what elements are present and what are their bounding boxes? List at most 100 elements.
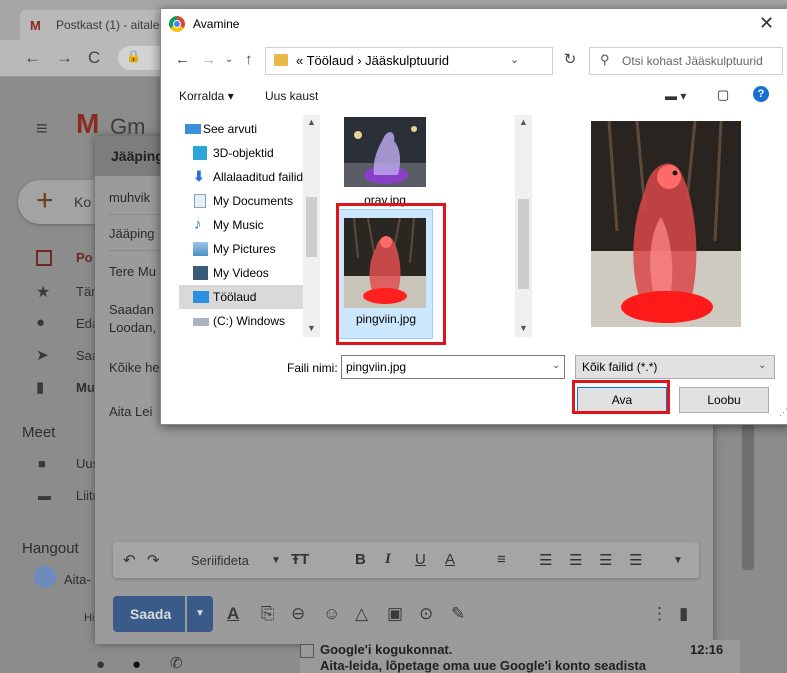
photo-icon[interactable]: ▣ — [387, 604, 403, 624]
redo-icon[interactable]: ↷ — [147, 551, 160, 569]
person-icon[interactable]: ● — [96, 656, 105, 673]
nav-item-inbox[interactable]: Po — [76, 250, 93, 265]
highlight-selected-file — [336, 203, 446, 345]
compose-body-line[interactable]: Tere Mu — [109, 264, 156, 279]
chevron-down-icon: ⌄ — [758, 360, 767, 371]
forward-icon[interactable]: → — [201, 51, 216, 68]
indent-less-icon[interactable]: ☰ — [599, 551, 612, 569]
scroll-down-icon[interactable]: ▼ — [307, 323, 316, 333]
refresh-icon[interactable]: ↻ — [555, 47, 585, 73]
search-input[interactable]: ⚲ Otsi kohast Jääskulptuurid — [589, 47, 783, 75]
forward-icon[interactable]: → — [56, 48, 73, 68]
bulleted-list-icon[interactable]: ☰ — [569, 551, 582, 569]
compose-body-line[interactable]: Kõike he — [109, 360, 160, 375]
more-formatting-icon[interactable]: ▼ — [673, 555, 683, 566]
videos-icon — [193, 266, 208, 280]
inbox-icon — [36, 250, 52, 266]
address-row: ← → ⌄ ↑ « Töölaud › Jääskulptuurid ⌄ ↻ ⚲… — [161, 45, 787, 77]
file-list-scrollbar[interactable]: ▲ ▼ — [515, 115, 532, 337]
chevron-down-icon[interactable]: ⌄ — [552, 360, 560, 371]
new-folder-button[interactable]: Uus kaust — [265, 89, 318, 103]
tree-item-this-pc[interactable]: See arvuti — [179, 117, 303, 141]
send-button[interactable]: Saada — [113, 596, 185, 632]
scroll-down-icon[interactable]: ▼ — [519, 323, 528, 333]
scroll-thumb[interactable] — [518, 199, 529, 289]
text-color-icon[interactable]: A — [445, 551, 455, 568]
documents-icon — [194, 194, 206, 208]
download-icon: ⬇ — [193, 168, 205, 184]
view-options-icon[interactable]: ▬ ▾ — [665, 89, 686, 103]
row-checkbox[interactable] — [300, 644, 314, 658]
help-icon[interactable]: ? — [753, 86, 769, 102]
tree-scrollbar[interactable]: ▲ ▼ — [303, 115, 320, 337]
send-options-icon[interactable]: ▼ — [187, 596, 213, 632]
signature-icon[interactable]: ✎ — [451, 604, 465, 624]
drive-icon[interactable]: △ — [355, 604, 368, 624]
back-icon[interactable]: ← — [175, 51, 190, 68]
up-icon[interactable]: ↑ — [245, 51, 253, 68]
file-type-select[interactable]: Kõik failid (*.*) ⌄ — [575, 355, 775, 379]
formatting-options-icon[interactable]: A — [227, 604, 239, 624]
tree-item-documents[interactable]: My Documents — [179, 189, 303, 213]
path-breadcrumb[interactable]: « Töölaud › Jääskulptuurid ⌄ — [265, 47, 553, 75]
hangouts-icon[interactable]: ● — [132, 656, 141, 673]
gmail-favicon-icon: M — [30, 18, 41, 33]
tree-item-videos[interactable]: My Videos — [179, 261, 303, 285]
align-icon[interactable]: ≡ — [497, 551, 506, 568]
emoji-icon[interactable]: ☺ — [323, 604, 340, 624]
recent-locations-icon[interactable]: ⌄ — [225, 54, 233, 65]
italic-icon[interactable]: I — [385, 551, 391, 568]
mail-list-scrollbar[interactable] — [742, 420, 754, 570]
tree-item-c-drive[interactable]: (C:) Windows — [179, 309, 303, 333]
tree-item-music[interactable]: ♪ My Music — [179, 213, 303, 237]
scroll-up-icon[interactable]: ▲ — [519, 117, 528, 127]
tree-item-label: 3D-objektid — [213, 146, 274, 160]
scroll-thumb[interactable] — [306, 197, 317, 257]
table-row[interactable]: Google'i kogukonnat. Aita-leida, lõpetag… — [300, 640, 740, 673]
more-options-icon[interactable]: ⋮ — [651, 604, 668, 624]
file-name-input[interactable]: pingviin.jpg ⌄ — [341, 355, 565, 379]
row-sender: Google'i kogukonnat. — [320, 642, 453, 657]
font-selector[interactable]: Seriifideta — [191, 553, 249, 568]
nav-item-drafts[interactable]: Mu — [76, 380, 95, 395]
resize-grip-icon[interactable]: ⋰ — [779, 407, 787, 418]
tree-item-label: See arvuti — [203, 122, 258, 136]
cancel-button[interactable]: Loobu — [679, 387, 769, 413]
close-icon[interactable]: ✕ — [759, 13, 774, 34]
chrome-logo-icon — [169, 16, 185, 32]
font-size-icon[interactable]: ŦT — [291, 551, 309, 568]
compose-to-field[interactable]: muhvik — [109, 190, 150, 205]
preview-pane-icon[interactable]: ▢ — [717, 87, 729, 103]
hangouts-user-name[interactable]: Aita- — [64, 572, 91, 587]
indent-more-icon[interactable]: ☰ — [629, 551, 642, 569]
tree-item-pictures[interactable]: My Pictures — [179, 237, 303, 261]
back-icon[interactable]: ← — [24, 48, 41, 68]
attach-icon[interactable]: ⎘ — [261, 604, 275, 624]
open-file-dialog: Avamine ✕ ← → ⌄ ↑ « Töölaud › Jääskulptu… — [160, 8, 787, 425]
numbered-list-icon[interactable]: ☰ — [539, 551, 552, 569]
scroll-up-icon[interactable]: ▲ — [307, 117, 316, 127]
tree-item-desktop[interactable]: Töölaud — [179, 285, 303, 309]
confidential-icon[interactable]: ⊙ — [419, 604, 433, 624]
bold-icon[interactable]: B — [355, 551, 366, 568]
chevron-down-icon[interactable]: ⌄ — [510, 53, 519, 66]
file-type-value: Kõik failid (*.*) — [582, 360, 658, 374]
trash-icon[interactable]: ▮ — [679, 604, 688, 624]
compose-body-line[interactable]: Aita Lei — [109, 404, 152, 419]
link-icon[interactable]: ⊖ — [291, 604, 305, 624]
file-item-orav[interactable]: orav.jpg — [337, 117, 433, 207]
tree-item-3d-objects[interactable]: 3D-objektid — [179, 141, 303, 165]
undo-icon[interactable]: ↶ — [123, 551, 136, 569]
compose-subject-field[interactable]: Jääping — [109, 226, 155, 241]
main-menu-icon[interactable]: ≡ — [36, 118, 48, 141]
organize-menu[interactable]: Korralda ▾ — [179, 89, 234, 103]
phone-icon[interactable]: ✆ — [170, 654, 183, 672]
compose-body-line[interactable]: Loodan, — [109, 320, 156, 335]
desktop-icon — [193, 291, 209, 303]
browser-tab[interactable]: M Postkast (1) - aitale — [20, 10, 170, 40]
underline-icon[interactable]: U — [415, 551, 426, 568]
nav-item-starred[interactable]: Tär — [76, 284, 96, 299]
reload-icon[interactable]: C — [88, 48, 100, 68]
tree-item-downloads[interactable]: ⬇ Allalaaditud failid — [179, 165, 303, 189]
compose-body-line[interactable]: Saadan — [109, 302, 154, 317]
